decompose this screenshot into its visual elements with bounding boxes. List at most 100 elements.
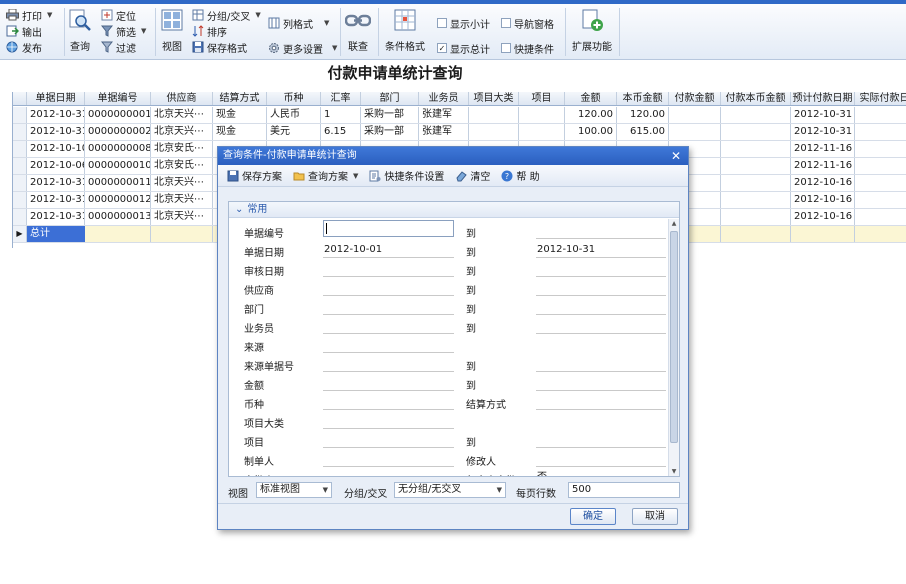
column-header[interactable]: 单据编号 bbox=[85, 92, 151, 105]
total-label[interactable]: 总计 bbox=[27, 226, 85, 242]
table-cell[interactable]: 人民币 bbox=[267, 107, 321, 123]
column-header[interactable]: 实际付款日 bbox=[855, 92, 906, 105]
column-header[interactable]: 项目大类 bbox=[469, 92, 519, 105]
sift-button[interactable]: 筛选 ▼ bbox=[100, 23, 146, 39]
total-cell[interactable] bbox=[721, 226, 791, 242]
table-cell[interactable]: 0000000010 bbox=[85, 158, 151, 174]
group-cross-button[interactable]: 分组/交叉 ▼ bbox=[191, 7, 261, 23]
table-cell[interactable]: 2012-10-06 bbox=[27, 158, 85, 174]
table-row[interactable]: 2012-10-31 0000000001 北京天兴⋯ 现金 人民币 1 采购一部 张建军 12… bbox=[13, 107, 906, 124]
condition-to-input[interactable] bbox=[536, 374, 666, 391]
condition-to-input[interactable] bbox=[536, 279, 666, 296]
table-cell[interactable]: 采购一部 bbox=[361, 107, 419, 123]
show-total-checkbox[interactable]: ✓ 显示总计 bbox=[437, 40, 490, 56]
row-indicator[interactable] bbox=[13, 192, 27, 208]
table-cell[interactable] bbox=[519, 107, 565, 123]
table-cell[interactable]: 120.00 bbox=[565, 107, 617, 123]
table-cell[interactable]: 2012-10-10 bbox=[27, 141, 85, 157]
row-indicator[interactable] bbox=[13, 158, 27, 174]
table-cell[interactable]: 0000000012 bbox=[85, 192, 151, 208]
condition-to-input[interactable] bbox=[536, 393, 666, 410]
condition-to-input[interactable] bbox=[536, 431, 666, 448]
table-cell[interactable] bbox=[721, 107, 791, 123]
filter-button[interactable]: 过滤 bbox=[100, 39, 136, 55]
condition-from-input[interactable] bbox=[323, 220, 454, 237]
table-cell[interactable]: 2012-10-31 bbox=[27, 175, 85, 191]
condition-to-input[interactable] bbox=[536, 355, 666, 372]
cancel-button[interactable]: 取消 bbox=[632, 508, 678, 525]
table-cell[interactable] bbox=[855, 158, 906, 174]
table-cell[interactable]: 120.00 bbox=[617, 107, 669, 123]
condition-from-input[interactable]: 2012-10-01 bbox=[323, 241, 454, 258]
join-query-button[interactable]: 联查 bbox=[345, 6, 371, 58]
table-cell[interactable]: 2012-10-16 bbox=[791, 175, 855, 191]
table-cell[interactable] bbox=[469, 124, 519, 140]
row-indicator[interactable] bbox=[13, 209, 27, 225]
table-cell[interactable]: 1 bbox=[321, 107, 361, 123]
table-cell[interactable]: 2012-10-31 bbox=[27, 107, 85, 123]
table-cell[interactable] bbox=[669, 107, 721, 123]
quick-condition-checkbox[interactable]: 快捷条件 bbox=[501, 40, 554, 56]
group-cross-select[interactable]: 无分组/无交叉 ▼ bbox=[394, 482, 506, 498]
table-cell[interactable]: 北京天兴⋯ bbox=[151, 107, 213, 123]
table-cell[interactable]: 张建军 bbox=[419, 124, 469, 140]
table-cell[interactable]: 2012-10-16 bbox=[791, 209, 855, 225]
table-cell[interactable] bbox=[855, 175, 906, 191]
show-subtotal-checkbox[interactable]: 显示小计 bbox=[437, 15, 490, 31]
print-button[interactable]: 打印 ▼ bbox=[6, 7, 52, 23]
table-cell[interactable]: 北京安氏⋯ bbox=[151, 158, 213, 174]
condition-from-input[interactable] bbox=[323, 412, 454, 429]
table-cell[interactable]: 北京天兴⋯ bbox=[151, 209, 213, 225]
table-cell[interactable]: 100.00 bbox=[565, 124, 617, 140]
column-header[interactable]: 本币金额 bbox=[617, 92, 669, 105]
condition-to-input[interactable] bbox=[536, 450, 666, 467]
more-settings-button[interactable]: 更多设置 ▼ bbox=[267, 40, 337, 56]
save-scheme-button[interactable]: 保存方案 bbox=[226, 168, 282, 183]
close-icon[interactable]: ✕ bbox=[670, 147, 682, 165]
column-header[interactable]: 单据日期 bbox=[27, 92, 85, 105]
table-cell[interactable]: 张建军 bbox=[419, 107, 469, 123]
table-cell[interactable]: 现金 bbox=[213, 124, 267, 140]
table-cell[interactable]: 0000000001 bbox=[85, 107, 151, 123]
column-header[interactable]: 预计付款日期 bbox=[791, 92, 855, 105]
table-cell[interactable]: 2012-11-16 bbox=[791, 141, 855, 157]
view-button[interactable]: 视图 bbox=[159, 6, 185, 58]
column-header[interactable]: 付款金额 bbox=[669, 92, 721, 105]
condition-from-input[interactable] bbox=[323, 393, 454, 410]
total-cell[interactable] bbox=[855, 226, 906, 242]
total-cell[interactable] bbox=[791, 226, 855, 242]
table-cell[interactable] bbox=[855, 141, 906, 157]
table-cell[interactable] bbox=[855, 124, 906, 140]
condition-format-button[interactable]: 条件格式 bbox=[383, 6, 427, 58]
column-format-button[interactable]: 列格式 ▼ bbox=[267, 15, 329, 31]
table-cell[interactable] bbox=[721, 141, 791, 157]
condition-to-input[interactable] bbox=[536, 298, 666, 315]
table-cell[interactable]: 北京安氏⋯ bbox=[151, 141, 213, 157]
column-header[interactable]: 汇率 bbox=[321, 92, 361, 105]
column-header[interactable]: 币种 bbox=[267, 92, 321, 105]
table-cell[interactable] bbox=[721, 124, 791, 140]
ok-button[interactable]: 确定 bbox=[570, 508, 616, 525]
query-button[interactable]: 查询 bbox=[68, 6, 92, 58]
table-cell[interactable]: 0000000002 bbox=[85, 124, 151, 140]
row-indicator[interactable] bbox=[13, 175, 27, 191]
condition-from-input[interactable] bbox=[323, 279, 454, 296]
condition-from-input[interactable] bbox=[323, 336, 454, 353]
table-cell[interactable]: 北京天兴⋯ bbox=[151, 192, 213, 208]
table-row[interactable]: 2012-10-31 0000000002 北京天兴⋯ 现金 美元 6.15 采购一部 张建军… bbox=[13, 124, 906, 141]
table-cell[interactable] bbox=[721, 192, 791, 208]
scroll-down-icon[interactable]: ▼ bbox=[669, 467, 679, 476]
table-cell[interactable]: 现金 bbox=[213, 107, 267, 123]
save-format-button[interactable]: 保存格式 bbox=[191, 39, 247, 55]
table-cell[interactable] bbox=[519, 124, 565, 140]
table-cell[interactable]: 2012-10-16 bbox=[791, 192, 855, 208]
export-button[interactable]: 输出 bbox=[6, 23, 42, 39]
locate-button[interactable]: 定位 bbox=[100, 7, 136, 23]
help-button[interactable]: ? 帮 助 bbox=[500, 168, 540, 183]
column-header[interactable]: 业务员 bbox=[419, 92, 469, 105]
column-header[interactable]: 项目 bbox=[519, 92, 565, 105]
table-cell[interactable] bbox=[855, 192, 906, 208]
condition-from-input[interactable] bbox=[323, 317, 454, 334]
condition-from-input[interactable] bbox=[323, 298, 454, 315]
table-cell[interactable]: 6.15 bbox=[321, 124, 361, 140]
